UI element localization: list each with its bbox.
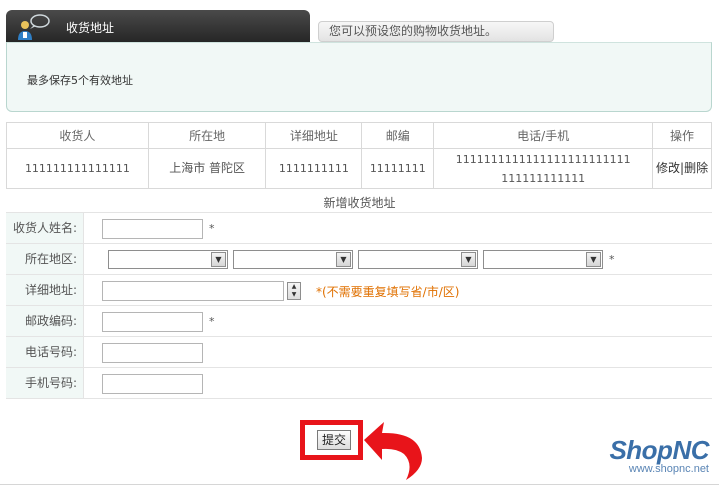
cell-region: 上海市 普陀区	[147, 148, 267, 189]
zip-required-mark: *	[209, 315, 215, 328]
edit-link[interactable]: 修改	[656, 161, 680, 175]
col-header-phone: 电话/手机	[433, 122, 654, 149]
tab-address-label: 收货地址	[66, 21, 115, 35]
logo-name: ShopNC	[609, 435, 709, 465]
label-region: 所在地区:	[6, 244, 84, 274]
col-header-zip: 邮编	[361, 122, 435, 149]
textarea-scroll-control[interactable]: ▲ ▼	[287, 282, 301, 300]
chevron-down-icon: ▼	[461, 252, 476, 267]
cell-phone-line2: 111111111111	[501, 171, 586, 185]
submit-button[interactable]: 提交	[317, 430, 351, 450]
chevron-down-icon: ▼	[211, 252, 226, 267]
label-address: 详细地址:	[6, 275, 84, 305]
page-divider	[0, 484, 719, 485]
zip-input[interactable]	[102, 312, 203, 332]
table-row: 111111111111111 上海市 普陀区 1111111111 11111…	[6, 148, 712, 189]
chevron-down-icon: ▼	[336, 252, 351, 267]
mobile-input[interactable]	[102, 374, 203, 394]
name-required-mark: *	[209, 222, 215, 235]
cell-actions: 修改|删除	[652, 148, 712, 189]
area-select[interactable]: ▼	[483, 250, 603, 269]
phone-input[interactable]	[102, 343, 203, 363]
label-name: 收货人姓名:	[6, 213, 84, 243]
col-header-name: 收货人	[6, 122, 149, 149]
tab-address[interactable]: 收货地址	[6, 10, 310, 42]
row-region: 所在地区: ▼ ▼ ▼ ▼ *	[6, 244, 712, 275]
delete-link[interactable]: 删除	[684, 161, 708, 175]
row-mobile: 手机号码:	[6, 368, 712, 399]
city-select[interactable]: ▼	[233, 250, 353, 269]
row-address: 详细地址: ▲ ▼ *(不需要重复填写省/市/区)	[6, 275, 712, 306]
row-phone: 电话号码:	[6, 337, 712, 368]
user-speech-icon	[18, 14, 50, 40]
table-header-row: 收货人 所在地 详细地址 邮编 电话/手机 操作	[6, 122, 712, 149]
col-header-region: 所在地	[147, 122, 267, 149]
chevron-down-icon: ▼	[586, 252, 601, 267]
col-header-actions: 操作	[652, 122, 712, 149]
region-required-mark: *	[609, 253, 615, 266]
row-name: 收货人姓名: *	[6, 213, 712, 244]
tab-hint[interactable]: 您可以预设您的购物收货地址。	[318, 21, 554, 42]
cell-name: 111111111111111	[6, 148, 149, 189]
form-title: 新增收货地址	[323, 196, 396, 210]
label-zip: 邮政编码:	[6, 306, 84, 336]
cell-address: 1111111111	[265, 148, 363, 189]
province-select[interactable]: ▼	[108, 250, 228, 269]
row-zip: 邮政编码: *	[6, 306, 712, 337]
district-select[interactable]: ▼	[358, 250, 478, 269]
name-input[interactable]	[102, 219, 203, 239]
shopnc-logo: ShopNC www.shopnc.net	[609, 437, 709, 476]
cell-phone: 1111111111111111111111111 111111111111	[433, 148, 654, 189]
new-address-form: 收货人姓名: * 所在地区: ▼ ▼ ▼ ▼ * 详细地址: ▲ ▼ *(不需要重…	[6, 212, 712, 399]
cell-phone-line1: 1111111111111111111111111	[455, 152, 631, 166]
label-phone: 电话号码:	[6, 337, 84, 367]
address-textarea[interactable]	[102, 281, 284, 301]
label-mobile: 手机号码:	[6, 368, 84, 398]
col-header-address: 详细地址	[265, 122, 363, 149]
cell-zip: 11111111	[361, 148, 435, 189]
notice-box: 最多保存5个有效地址	[6, 42, 712, 112]
pointer-arrow-icon	[364, 422, 422, 480]
address-table: 收货人 所在地 详细地址 邮编 电话/手机 操作 111111111111111…	[6, 122, 712, 189]
notice-text: 最多保存5个有效地址	[27, 74, 133, 87]
address-hint: *(不需要重复填写省/市/区)	[316, 285, 460, 299]
